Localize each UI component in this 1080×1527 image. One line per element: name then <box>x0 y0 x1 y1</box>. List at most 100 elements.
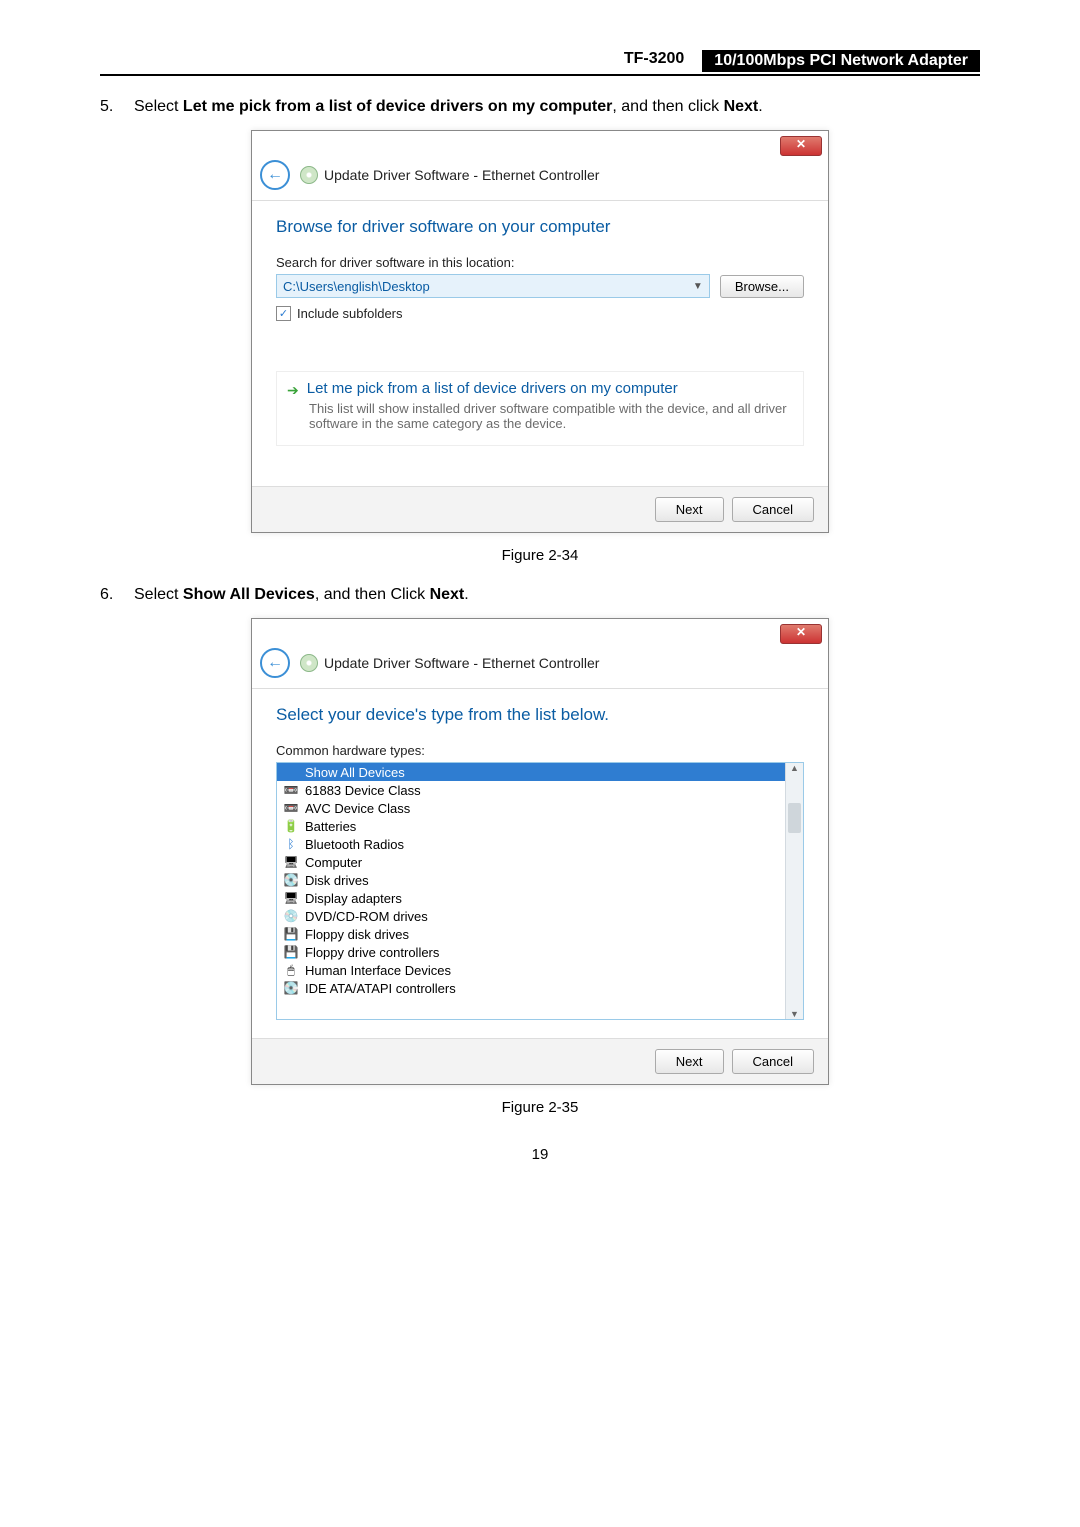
dialog-browse-driver: ✕ ← Update Driver Software - Ethernet Co… <box>251 130 829 533</box>
list-item[interactable]: 🖱 Human Interface Devices <box>277 961 803 979</box>
page-number: 19 <box>100 1146 980 1163</box>
back-arrow-icon[interactable]: ← <box>260 160 290 190</box>
list-item[interactable]: 🔋 Batteries <box>277 817 803 835</box>
list-item[interactable]: 📼 61883 Device Class <box>277 781 803 799</box>
dvd-icon: 💿 <box>283 908 299 924</box>
page-header: TF-3200 10/100Mbps PCI Network Adapter <box>100 50 980 76</box>
step-5-bold-1: Let me pick from a list of device driver… <box>183 98 612 115</box>
display-icon: 🖥 <box>283 890 299 906</box>
step-5-mid: , and then click <box>612 98 723 115</box>
path-input-value: C:\Users\english\Desktop <box>283 279 430 294</box>
figure-caption-1: Figure 2-34 <box>100 547 980 564</box>
cancel-button[interactable]: Cancel <box>732 1049 814 1074</box>
dialog-titlebar: ✕ <box>252 619 828 644</box>
device-type-list[interactable]: Show All Devices 📼 61883 Device Class 📼 … <box>276 762 804 1020</box>
device-icon: 📼 <box>283 782 299 798</box>
arrow-right-icon: ➔ <box>287 382 299 399</box>
list-item-label: 61883 Device Class <box>305 783 421 798</box>
disk-icon: 💽 <box>283 872 299 888</box>
list-item-label: Floppy drive controllers <box>305 945 439 960</box>
next-button[interactable]: Next <box>655 1049 724 1074</box>
chevron-down-icon[interactable]: ▼ <box>693 281 703 292</box>
step-5-suffix: . <box>758 98 762 115</box>
battery-icon: 🔋 <box>283 818 299 834</box>
figure-caption-2: Figure 2-35 <box>100 1099 980 1116</box>
step-6-number: 6. <box>100 586 134 604</box>
step-5-bold-2: Next <box>724 98 759 115</box>
include-subfolders-label: Include subfolders <box>297 306 403 321</box>
list-item[interactable]: 📼 AVC Device Class <box>277 799 803 817</box>
step-6-prefix: Select <box>134 586 183 603</box>
list-item[interactable]: 💿 DVD/CD-ROM drives <box>277 907 803 925</box>
scroll-thumb[interactable] <box>788 803 801 833</box>
breadcrumb-text: Update Driver Software - Ethernet Contro… <box>324 655 599 671</box>
floppy-icon: 💾 <box>283 926 299 942</box>
list-item[interactable]: 💾 Floppy drive controllers <box>277 943 803 961</box>
path-input[interactable]: C:\Users\english\Desktop ▼ <box>276 274 710 298</box>
list-item-label: Human Interface Devices <box>305 963 451 978</box>
list-item-label: Display adapters <box>305 891 402 906</box>
scrollbar[interactable]: ▲ ▼ <box>785 763 803 1019</box>
checkbox-checked-icon[interactable]: ✓ <box>276 306 291 321</box>
list-item-label: Floppy disk drives <box>305 927 409 942</box>
step-6-mid: , and then Click <box>315 586 430 603</box>
search-label: Search for driver software in this locat… <box>276 255 804 270</box>
list-item-label: AVC Device Class <box>305 801 410 816</box>
button-bar: Next Cancel <box>252 486 828 532</box>
header-model: TF-3200 <box>624 50 684 72</box>
step-6-text: Select Show All Devices, and then Click … <box>134 586 980 604</box>
step-6-bold-2: Next <box>430 586 465 603</box>
breadcrumb: ← Update Driver Software - Ethernet Cont… <box>252 644 828 688</box>
step-5-prefix: Select <box>134 98 183 115</box>
hid-icon: 🖱 <box>283 962 299 978</box>
computer-icon: 🖥 <box>283 854 299 870</box>
close-button[interactable]: ✕ <box>780 624 822 644</box>
close-button[interactable]: ✕ <box>780 136 822 156</box>
list-item[interactable]: ᛒ Bluetooth Radios <box>277 835 803 853</box>
list-item[interactable]: 💽 Disk drives <box>277 871 803 889</box>
list-item[interactable]: 💾 Floppy disk drives <box>277 925 803 943</box>
step-6-bold-1: Show All Devices <box>183 586 315 603</box>
breadcrumb: ← Update Driver Software - Ethernet Cont… <box>252 156 828 200</box>
step-6-suffix: . <box>464 586 468 603</box>
list-item-label: Disk drives <box>305 873 369 888</box>
dialog-title: Browse for driver software on your compu… <box>276 217 804 237</box>
bluetooth-icon: ᛒ <box>283 836 299 852</box>
pick-from-list-option[interactable]: ➔ Let me pick from a list of device driv… <box>276 371 804 446</box>
dialog-select-device-type: ✕ ← Update Driver Software - Ethernet Co… <box>251 618 829 1085</box>
include-subfolders-row[interactable]: ✓ Include subfolders <box>276 306 804 321</box>
browse-button[interactable]: Browse... <box>720 275 804 298</box>
step-6: 6. Select Show All Devices, and then Cli… <box>100 586 980 604</box>
list-item[interactable]: 🖥 Computer <box>277 853 803 871</box>
ide-icon: 💽 <box>283 980 299 996</box>
device-icon: 📼 <box>283 800 299 816</box>
option-description: This list will show installed driver sof… <box>309 401 793 431</box>
list-item-label: Computer <box>305 855 362 870</box>
header-title: 10/100Mbps PCI Network Adapter <box>702 50 980 72</box>
list-item[interactable]: 💽 IDE ATA/ATAPI controllers <box>277 979 803 997</box>
blank-icon <box>283 764 299 780</box>
dialog-titlebar: ✕ <box>252 131 828 156</box>
cancel-button[interactable]: Cancel <box>732 497 814 522</box>
step-5: 5. Select Let me pick from a list of dev… <box>100 98 980 116</box>
list-item-label: IDE ATA/ATAPI controllers <box>305 981 456 996</box>
dialog-title: Select your device's type from the list … <box>276 705 804 725</box>
scroll-up-icon[interactable]: ▲ <box>790 763 799 773</box>
back-arrow-icon[interactable]: ← <box>260 648 290 678</box>
option-title: Let me pick from a list of device driver… <box>307 380 678 397</box>
button-bar: Next Cancel <box>252 1038 828 1084</box>
list-item-label: Bluetooth Radios <box>305 837 404 852</box>
list-item[interactable]: Show All Devices <box>277 763 803 781</box>
breadcrumb-text: Update Driver Software - Ethernet Contro… <box>324 167 599 183</box>
next-button[interactable]: Next <box>655 497 724 522</box>
list-item-label: Show All Devices <box>305 765 405 780</box>
floppy-controller-icon: 💾 <box>283 944 299 960</box>
scroll-down-icon[interactable]: ▼ <box>790 1009 799 1019</box>
list-item-label: DVD/CD-ROM drives <box>305 909 428 924</box>
common-hardware-label: Common hardware types: <box>276 743 804 758</box>
disc-icon <box>300 166 318 184</box>
step-5-text: Select Let me pick from a list of device… <box>134 98 980 116</box>
list-item-label: Batteries <box>305 819 356 834</box>
disc-icon <box>300 654 318 672</box>
list-item[interactable]: 🖥 Display adapters <box>277 889 803 907</box>
